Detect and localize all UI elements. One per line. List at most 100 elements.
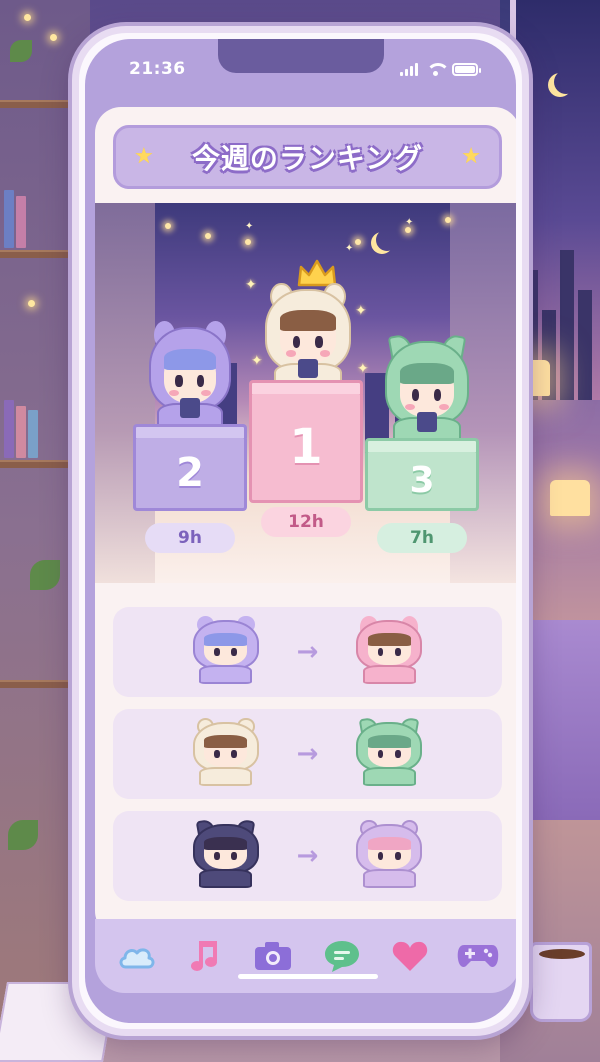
hair [368, 632, 411, 646]
hair [204, 836, 247, 850]
phone-screen: 21:36 ★ 今週のランキング ★ ✦ ✦ ✦ ✦ ✦ ✦ ✦ 2 1 3 9… [85, 39, 516, 1023]
podium-rank-number: 2 [176, 450, 204, 496]
ranking-app: ★ 今週のランキング ★ ✦ ✦ ✦ ✦ ✦ ✦ ✦ 2 1 3 9h 12h … [95, 107, 516, 937]
fairy-light [355, 239, 361, 245]
moon-icon [554, 70, 578, 94]
eye [213, 648, 220, 656]
city-building [560, 250, 574, 400]
home-indicator[interactable] [237, 974, 378, 979]
eye [314, 335, 323, 349]
scene-bookshelf [95, 203, 155, 583]
star-icon: ★ [134, 144, 154, 169]
body [199, 664, 252, 684]
podium-top [249, 380, 363, 394]
book [4, 400, 14, 458]
fairy-light [24, 14, 31, 21]
fairy-light [50, 34, 57, 41]
podium-top [365, 438, 479, 452]
plant-icon [30, 560, 60, 590]
sparkle-icon: ✦ [355, 303, 367, 319]
heart-icon [392, 941, 427, 971]
arrow-right-icon: → [296, 739, 319, 769]
nav-camera-button[interactable] [251, 934, 295, 978]
sparkle-icon: ✦ [357, 361, 369, 377]
body [199, 868, 252, 888]
body [362, 766, 416, 786]
arrow-right-icon: → [296, 637, 319, 667]
status-time: 21:36 [129, 59, 186, 79]
podium-rank-1: 1 [249, 380, 363, 503]
lamp-icon [550, 480, 590, 516]
fairy-light [28, 300, 35, 307]
eye [196, 374, 204, 388]
eye [394, 852, 401, 860]
book-icon [180, 398, 200, 418]
blush [168, 389, 179, 397]
eye [230, 648, 237, 656]
hair [400, 362, 454, 385]
hair [368, 734, 411, 748]
swap-row[interactable]: → [113, 811, 502, 901]
sparkle-icon: ✦ [251, 353, 263, 369]
eye [292, 335, 301, 349]
body [362, 664, 416, 684]
city-building [578, 290, 592, 400]
eye [377, 648, 384, 656]
hours-badge-rank-3: 7h [377, 523, 467, 553]
avatar-cream-bear[interactable] [192, 718, 259, 786]
nav-music-button[interactable] [183, 934, 227, 978]
swap-row[interactable]: → [113, 709, 502, 799]
eye [394, 750, 401, 758]
blush [438, 403, 449, 411]
gamepad-icon [457, 945, 499, 967]
nav-cloud-button[interactable] [115, 934, 159, 978]
avatar-pink-bunny[interactable] [356, 616, 423, 684]
plant-icon [8, 820, 38, 850]
status-bar: 21:36 [85, 39, 516, 99]
eye [175, 374, 183, 388]
arrow-right-icon: → [296, 841, 319, 871]
fairy-light [165, 223, 171, 229]
book-icon [416, 412, 438, 432]
signal-icon [400, 62, 418, 76]
nav-heart-button[interactable] [388, 934, 432, 978]
cloud-icon [119, 948, 155, 969]
nav-game-button[interactable] [456, 934, 500, 978]
avatar-green-cat[interactable] [356, 716, 423, 786]
book [16, 196, 26, 248]
eye [377, 852, 384, 860]
book [4, 190, 14, 248]
title-banner: ★ 今週のランキング ★ [113, 125, 502, 189]
hair [280, 310, 336, 332]
eye [394, 648, 401, 656]
body [362, 868, 416, 888]
blush [285, 350, 296, 357]
podium-rank-2: 2 [133, 424, 247, 511]
body [199, 766, 252, 786]
podium-rank-3: 3 [365, 438, 479, 511]
podium-rank-number: 3 [409, 459, 435, 501]
hair [163, 348, 217, 371]
page-title: 今週のランキング [191, 142, 424, 175]
blush [320, 350, 331, 357]
nav-chat-button[interactable] [320, 934, 364, 978]
book-icon [297, 358, 319, 379]
hair [368, 836, 411, 850]
fairy-light [205, 233, 211, 239]
hours-badge-rank-2: 9h [145, 523, 235, 553]
battery-icon [452, 62, 481, 76]
book [16, 406, 26, 458]
fairy-light [405, 227, 411, 233]
coffee-mug-icon [530, 942, 592, 1022]
avatar-navy-cat[interactable] [192, 818, 259, 888]
phone-frame: 21:36 ★ 今週のランキング ★ ✦ ✦ ✦ ✦ ✦ ✦ ✦ 2 1 3 9… [72, 26, 529, 1036]
avatar-lilac-bear[interactable] [356, 820, 423, 888]
swap-row[interactable]: → [113, 607, 502, 697]
rank-3-character[interactable] [385, 332, 469, 449]
moon-icon [376, 229, 398, 251]
rank-2-character[interactable] [149, 320, 231, 435]
eye [230, 852, 237, 860]
chat-bubble-icon [324, 941, 359, 972]
hair [204, 632, 247, 646]
avatar-purple-bear[interactable] [192, 616, 259, 684]
